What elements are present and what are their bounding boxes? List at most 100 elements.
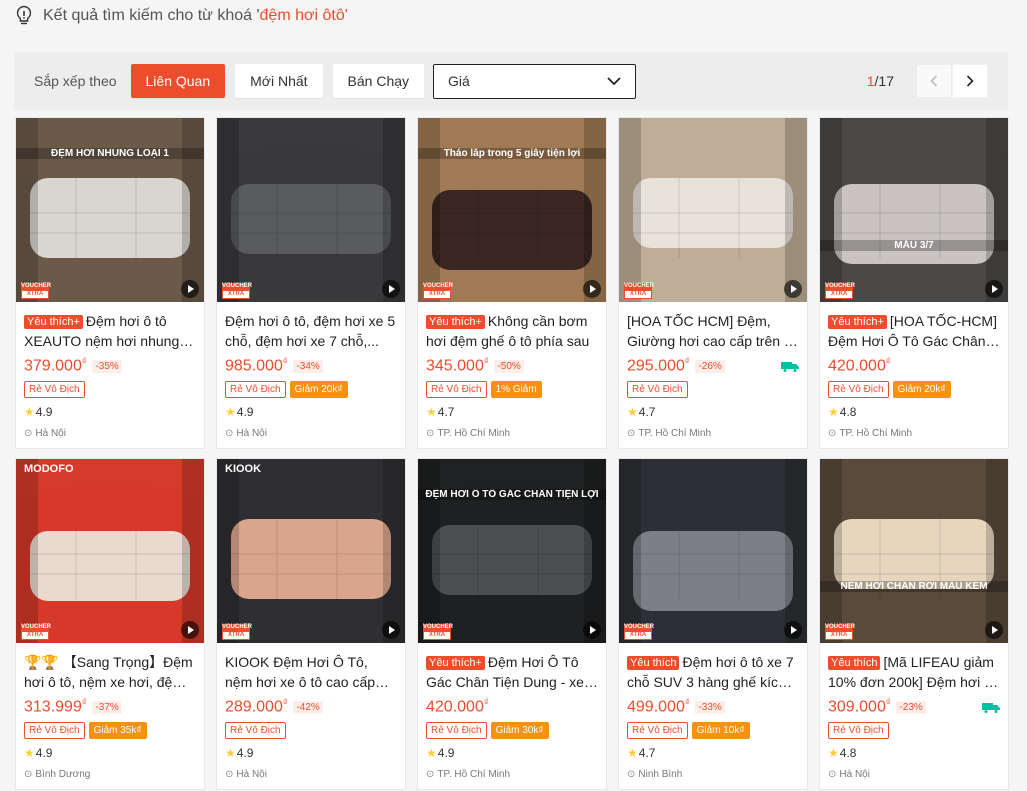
chevron-left-icon [930, 75, 938, 87]
discount-badge: -26% [695, 359, 725, 373]
location-text: TP. Hồ Chí Minh [437, 428, 511, 439]
product-title[interactable]: Yêu thích+ Đệm Hơi Ô Tô Gác Chân Tiện Dun… [426, 652, 598, 692]
product-image[interactable]: VOUCHER XTRA [217, 118, 405, 302]
discount-badge: -23% [896, 700, 926, 714]
product-image[interactable]: VOUCHER XTRA [619, 118, 807, 302]
product-image[interactable]: Tháo lắp trong 5 giây tiện lợi VOUCHER XTR… [418, 118, 606, 302]
product-card[interactable]: VOUCHER XTRA [HOA TỐC HCM] Đệm, Giường hơi… [618, 117, 808, 449]
product-card[interactable]: MẪU 3/7 VOUCHER XTRA Yêu thích+ [HOA TỐC-HCM… [819, 117, 1009, 449]
product-card[interactable]: ĐỆM HƠI NHUNG LOẠI 1 VOUCHER XTRA Yêu thích… [15, 117, 205, 449]
discount-badge: -35% [92, 359, 122, 373]
location-text: Bình Dương [35, 769, 91, 780]
product-title[interactable]: Yêu thích+ Không cần bơm hơi đệm ghế ô tô… [426, 311, 598, 351]
promo-badge: 1% Giảm [490, 381, 542, 398]
rating: ★ 4.9 [225, 405, 397, 419]
favorite-tag: 🏆🏆 [24, 654, 59, 670]
discount-badge: -33% [695, 700, 725, 714]
location-pin-icon: ⊙ [225, 428, 234, 439]
product-title[interactable]: Yêu thích Đệm hơi ô tô xe 7 chỗ SUV 3 hàn… [627, 652, 799, 692]
promo-badge: Giảm 35k₫ [88, 722, 147, 739]
price-sort-select[interactable]: Giá [433, 63, 637, 99]
product-card[interactable]: Tháo lắp trong 5 giây tiện lợi VOUCHER XTR… [417, 117, 607, 449]
play-video-icon[interactable] [985, 621, 1003, 639]
current-page: 1 [866, 73, 875, 89]
free-shipping-icon [982, 703, 1000, 713]
product-title[interactable]: [HOA TỐC HCM] Đệm, Giường hơi cao cấp tr… [627, 311, 799, 351]
play-video-icon[interactable] [583, 280, 601, 298]
rating-value: 4.7 [638, 405, 656, 419]
rating-value: 4.7 [638, 746, 656, 760]
star-icon: ★ [225, 746, 236, 760]
voucher-xtra-badge: VOUCHER XTRA [825, 283, 856, 299]
product-image[interactable]: ĐỆM HƠI Ô TÔ GÁC CHÂN TIỆN LỢI VOUCHER XTR… [418, 459, 606, 643]
play-video-icon[interactable] [985, 280, 1003, 298]
promo-badge: Rẻ Vô Địch [426, 722, 487, 739]
location-pin-icon: ⊙ [426, 769, 435, 780]
product-card[interactable]: NÊM HƠI CHÂN RỜI MÀU KEM VOUCHER XTRA Yêu t… [819, 458, 1009, 790]
product-photo [16, 459, 204, 643]
product-image[interactable]: MẪU 3/7 VOUCHER XTRA [820, 118, 1008, 302]
play-video-icon[interactable] [784, 621, 802, 639]
product-image[interactable]: KIOOK VOUCHER XTRA [217, 459, 405, 643]
rating: ★ 4.9 [426, 746, 598, 760]
discount-badge: -42% [293, 700, 323, 714]
promo-badge: Rẻ Vô Địch [225, 722, 286, 739]
product-image[interactable]: NÊM HƠI CHÂN RỜI MÀU KEM VOUCHER XTRA [820, 459, 1008, 643]
location-pin-icon: ⊙ [627, 428, 636, 439]
play-video-icon[interactable] [181, 280, 199, 298]
sort-label: Sắp xếp theo [34, 73, 117, 89]
product-title[interactable]: 🏆🏆 【Sang Trọng】Đệm hơi ô tô, nệm xe hơi,… [24, 652, 196, 692]
favorite-tag: Yêu thích+ [24, 315, 83, 329]
rating-value: 4.9 [236, 405, 254, 419]
rating: ★ 4.8 [828, 746, 1000, 760]
product-title[interactable]: Yêu thích [Mã LIFEAU giảm 10% đơn 200k] Đ… [828, 652, 1000, 692]
rating: ★ 4.7 [426, 405, 598, 419]
location-pin-icon: ⊙ [24, 769, 33, 780]
next-page-button[interactable] [952, 64, 988, 98]
favorite-tag: Yêu thích+ [828, 315, 887, 329]
product-title-text: Đệm hơi ô tô, đệm hơi xe 5 chỗ, đệm hơi … [225, 313, 396, 349]
product-title[interactable]: Yêu thích+ [HOA TỐC-HCM] Đệm Hơi Ô Tô Gác… [828, 311, 1000, 351]
product-title[interactable]: Yêu thích+ Đệm hơi ô tô XEAUTO nệm hơi nh… [24, 311, 196, 351]
product-title[interactable]: Đệm hơi ô tô, đệm hơi xe 5 chỗ, đệm hơi … [225, 311, 397, 351]
seller-location: ⊙ TP. Hồ Chí Minh [426, 769, 598, 780]
sort-bestseller-button[interactable]: Bán Chạy [332, 64, 425, 98]
play-video-icon[interactable] [583, 621, 601, 639]
play-video-icon[interactable] [784, 280, 802, 298]
sort-newest-button[interactable]: Mới Nhất [235, 64, 323, 98]
product-card[interactable]: MODOFO VOUCHER XTRA 🏆🏆 【Sang Trọng】Đệm hơi … [15, 458, 205, 790]
image-banner-text: NÊM HƠI CHÂN RỜI MÀU KEM [820, 581, 1008, 592]
play-video-icon[interactable] [382, 280, 400, 298]
product-image[interactable]: ĐỆM HƠI NHUNG LOẠI 1 VOUCHER XTRA [16, 118, 204, 302]
rating-value: 4.7 [437, 405, 455, 419]
sort-relevance-button[interactable]: Liên Quan [130, 64, 226, 98]
product-card[interactable]: VOUCHER XTRA Yêu thích Đệm hơi ô tô xe 7 ch… [618, 458, 808, 790]
product-image[interactable]: MODOFO VOUCHER XTRA [16, 459, 204, 643]
product-card[interactable]: VOUCHER XTRA Đệm hơi ô tô, đệm hơi xe 5 ch… [216, 117, 406, 449]
star-icon: ★ [426, 405, 437, 419]
promo-badge: Rẻ Vô Địch [828, 722, 889, 739]
search-result-prefix: Kết quả tìm kiếm cho từ khoá ' [43, 7, 260, 24]
product-card[interactable]: ĐỆM HƠI Ô TÔ GÁC CHÂN TIỆN LỢI VOUCHER XTR… [417, 458, 607, 790]
product-title[interactable]: KIOOK Đệm Hơi Ô Tô, nệm hơi xe ô tô cao … [225, 652, 397, 692]
promo-badge: Rẻ Vô Địch [225, 381, 286, 398]
search-result-header: Kết quả tìm kiếm cho từ khoá ' đệm hơi ôt… [14, 4, 348, 28]
voucher-xtra-badge: VOUCHER XTRA [21, 624, 52, 640]
star-icon: ★ [828, 405, 839, 419]
rating-value: 4.9 [236, 746, 254, 760]
product-photo [16, 118, 204, 302]
play-video-icon[interactable] [382, 621, 400, 639]
product-price: 309.000₫ [828, 697, 891, 716]
product-price: 379.000₫ [24, 356, 87, 375]
prev-page-button[interactable] [916, 64, 952, 98]
product-image[interactable]: VOUCHER XTRA [619, 459, 807, 643]
play-video-icon[interactable] [181, 621, 199, 639]
rating-value: 4.9 [35, 746, 53, 760]
seller-location: ⊙ Hà Nội [225, 428, 397, 439]
location-text: TP. Hồ Chí Minh [437, 769, 511, 780]
location-pin-icon: ⊙ [24, 428, 33, 439]
image-banner-text: ĐỆM HƠI Ô TÔ GÁC CHÂN TIỆN LỢI [418, 489, 606, 500]
product-card[interactable]: KIOOK VOUCHER XTRA KIOOK Đệm Hơi Ô Tô, nệm … [216, 458, 406, 790]
image-banner-text: Tháo lắp trong 5 giây tiện lợi [418, 148, 606, 159]
product-price: 295.000₫ [627, 356, 690, 375]
